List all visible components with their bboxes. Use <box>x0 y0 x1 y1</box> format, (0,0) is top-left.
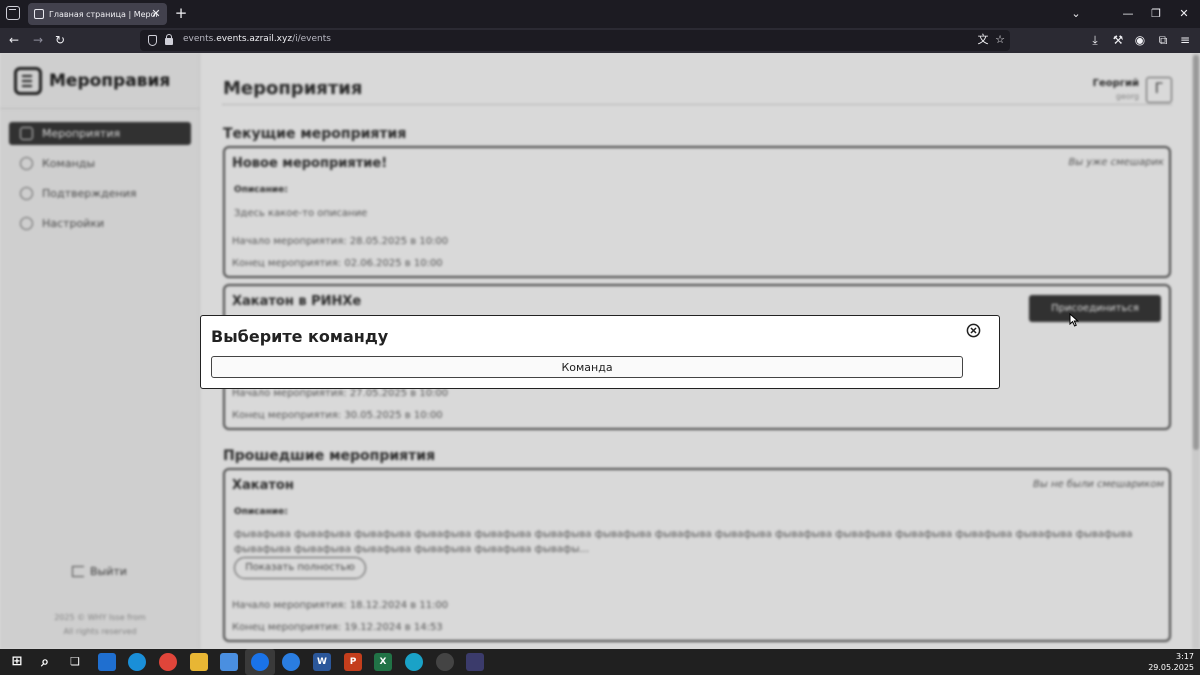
store-icon[interactable] <box>220 653 238 671</box>
os-taskbar: ⊞ ⌕ ❏ W P X 3:17 29.05.2025 <box>0 649 1200 675</box>
search-icon[interactable]: ⌕ <box>36 653 54 671</box>
github-icon[interactable] <box>436 653 454 671</box>
translate-icon[interactable]: 文 <box>976 33 990 47</box>
app-icon-1[interactable] <box>98 653 116 671</box>
task-view-icon[interactable]: ❏ <box>66 653 84 671</box>
tab-overflow-chevron-icon[interactable]: ⌄ <box>1068 6 1084 22</box>
tab-list-icon[interactable] <box>6 6 20 20</box>
firefox-dev-icon[interactable] <box>282 653 300 671</box>
browser-tab-active[interactable]: Главная страница | Мероправия ✕ <box>28 3 167 25</box>
tab-close-icon[interactable]: ✕ <box>149 7 163 21</box>
account-icon[interactable]: ◉ <box>1132 32 1148 48</box>
chrome-browser-icon[interactable] <box>159 653 177 671</box>
bookmark-star-icon[interactable]: ☆ <box>993 33 1007 47</box>
app-icon-2[interactable] <box>466 653 484 671</box>
restore-window-icon[interactable]: ❐ <box>1148 6 1164 22</box>
web-page: Мероправия Мероприятия Команды Подтвержд… <box>0 53 1200 649</box>
url-path: /i/events <box>292 34 331 44</box>
team-option-button[interactable]: Команда <box>211 356 963 378</box>
modal-title: Выберите команду <box>211 327 389 346</box>
telegram-icon[interactable] <box>405 653 423 671</box>
menu-icon[interactable]: ≡ <box>1177 32 1193 48</box>
site-favicon-icon <box>34 9 44 19</box>
tracking-shield-icon[interactable] <box>148 35 157 46</box>
back-icon[interactable]: ← <box>6 32 22 48</box>
windows-start-icon[interactable]: ⊞ <box>8 653 26 671</box>
new-tab-icon[interactable]: + <box>174 6 188 21</box>
minimize-window-icon[interactable]: — <box>1120 6 1136 22</box>
edge-browser-icon[interactable] <box>128 653 146 671</box>
powerpoint-icon[interactable]: P <box>344 653 362 671</box>
reload-icon[interactable]: ↻ <box>52 32 68 48</box>
url-host: events.azrail.xyz <box>216 34 293 44</box>
mouse-cursor-icon <box>1069 313 1079 327</box>
tools-wrench-icon[interactable]: ⚒ <box>1110 32 1126 48</box>
system-clock[interactable]: 3:17 29.05.2025 <box>1148 651 1194 673</box>
close-modal-icon[interactable] <box>966 323 981 338</box>
close-window-icon[interactable]: ✕ <box>1176 6 1192 22</box>
tab-title: Главная страница | Мероправия <box>49 9 157 19</box>
clock-time: 3:17 <box>1176 652 1194 661</box>
clock-date: 29.05.2025 <box>1148 663 1194 672</box>
url-text[interactable]: events.events.azrail.xyz/i/events <box>183 34 331 44</box>
browser-nav-bar: ← → ↻ events.events.azrail.xyz/i/events … <box>0 28 1200 53</box>
forward-icon[interactable]: → <box>30 32 46 48</box>
choose-team-modal: Выберите команду Команда <box>200 315 1000 389</box>
url-bar[interactable]: events.events.azrail.xyz/i/events 文 ☆ <box>140 30 1010 51</box>
extensions-icon[interactable]: ⧉ <box>1155 32 1171 48</box>
lock-icon[interactable] <box>165 34 173 45</box>
browser-tab-bar: Главная страница | Мероправия ✕ + ⌄ — ❐ … <box>0 0 1200 28</box>
firefox-browser-icon[interactable] <box>251 653 269 671</box>
downloads-icon[interactable]: ⤓ <box>1087 32 1103 48</box>
file-explorer-icon[interactable] <box>190 653 208 671</box>
excel-icon[interactable]: X <box>374 653 392 671</box>
word-icon[interactable]: W <box>313 653 331 671</box>
